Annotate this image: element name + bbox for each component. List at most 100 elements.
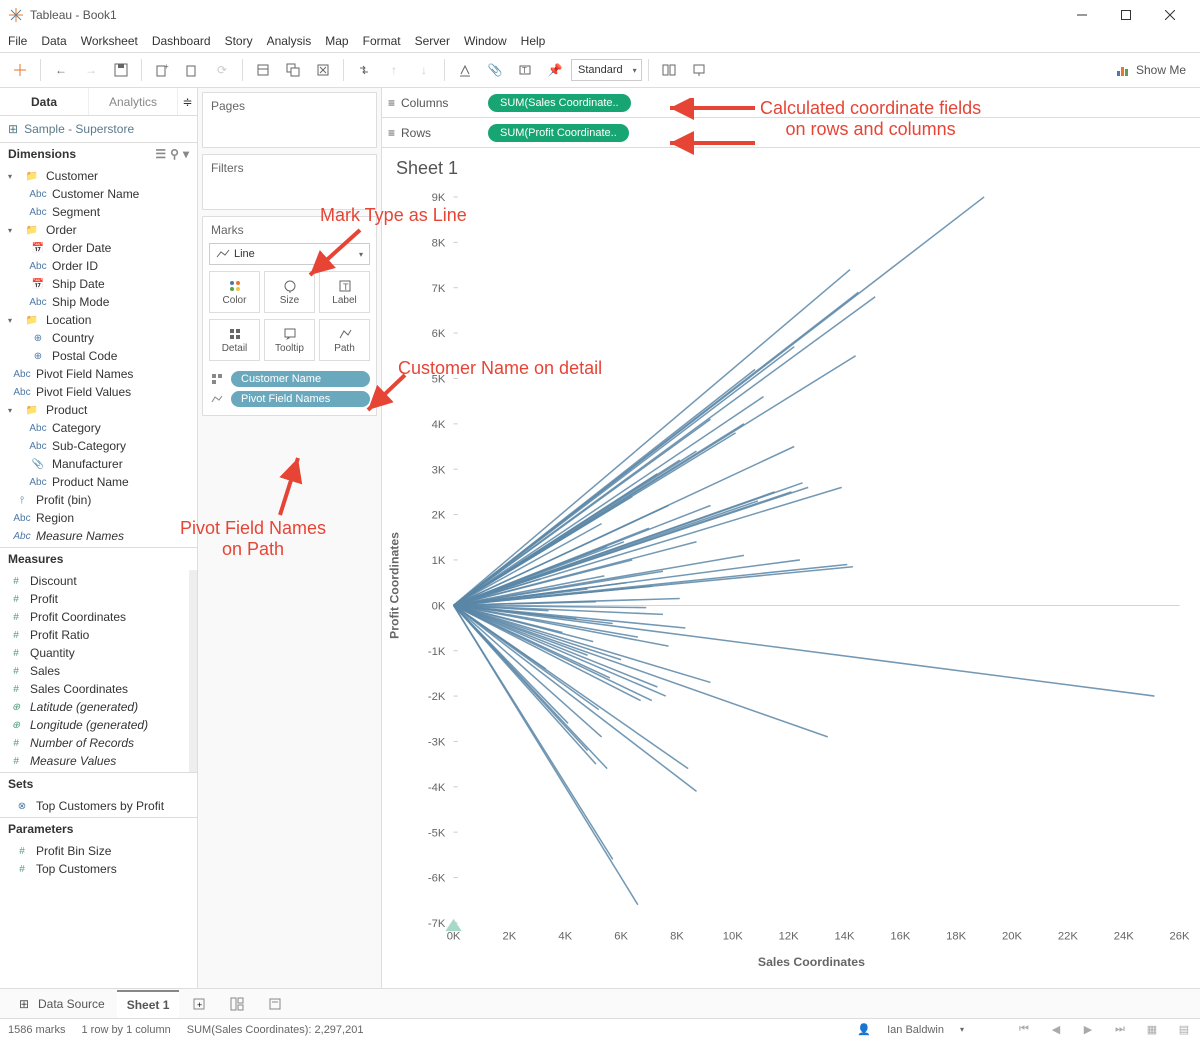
field-latitude-generated-[interactable]: ⊕Latitude (generated): [0, 698, 197, 716]
nav-next-icon[interactable]: ▶: [1080, 1022, 1096, 1038]
pause-updates-button[interactable]: [178, 56, 206, 84]
field-quantity[interactable]: #Quantity: [0, 644, 197, 662]
set-item[interactable]: ⊗Top Customers by Profit: [0, 797, 197, 815]
field-profit-ratio[interactable]: #Profit Ratio: [0, 626, 197, 644]
show-me-button[interactable]: Show Me: [1108, 56, 1194, 84]
menu-file[interactable]: File: [8, 34, 27, 48]
field-manufacturer[interactable]: 📎Manufacturer: [0, 455, 197, 473]
new-worksheet-button[interactable]: [249, 56, 277, 84]
pin-button[interactable]: 📌: [541, 56, 569, 84]
nav-last-icon[interactable]: ⏭: [1112, 1022, 1128, 1038]
menu-help[interactable]: Help: [521, 34, 546, 48]
view-list-icon[interactable]: ☰: [155, 147, 166, 161]
field-order-id[interactable]: AbcOrder ID: [0, 257, 197, 275]
field-order[interactable]: ▾📁Order: [0, 221, 197, 239]
mark-pill[interactable]: Customer Name: [209, 371, 370, 387]
field-pivot-field-values[interactable]: AbcPivot Field Values: [0, 383, 197, 401]
sheet-title[interactable]: Sheet 1: [382, 148, 1200, 183]
field-category[interactable]: AbcCategory: [0, 419, 197, 437]
mark-label-button[interactable]: TLabel: [319, 271, 370, 313]
field-profit-bin-[interactable]: ⫯Profit (bin): [0, 491, 197, 509]
field-profit[interactable]: #Profit: [0, 590, 197, 608]
rows-pill[interactable]: SUM(Profit Coordinate..: [488, 124, 629, 142]
field-pivot-field-names[interactable]: AbcPivot Field Names: [0, 365, 197, 383]
chart-canvas[interactable]: -7K-6K-5K-4K-3K-2K-1K0K1K2K3K4K5K6K7K8K9…: [382, 183, 1200, 988]
field-location[interactable]: ▾📁Location: [0, 311, 197, 329]
analytics-tab[interactable]: Analytics: [88, 88, 177, 115]
pages-card[interactable]: Pages: [202, 92, 377, 148]
nav-prev-icon[interactable]: ◀: [1048, 1022, 1064, 1038]
sort-desc-button[interactable]: ↓: [410, 56, 438, 84]
menu-caret-icon[interactable]: ▾: [183, 147, 189, 161]
duplicate-button[interactable]: [279, 56, 307, 84]
menu-server[interactable]: Server: [415, 34, 450, 48]
field-customer-name[interactable]: AbcCustomer Name: [0, 185, 197, 203]
columns-shelf[interactable]: ≡Columns SUM(Sales Coordinate..: [382, 88, 1200, 118]
mark-detail-button[interactable]: Detail: [209, 319, 260, 361]
param-item[interactable]: #Top Customers: [0, 860, 197, 878]
new-sheet-button[interactable]: +: [181, 990, 217, 1018]
maximize-button[interactable]: [1104, 0, 1148, 30]
field-ship-mode[interactable]: AbcShip Mode: [0, 293, 197, 311]
view-filmstrip-icon[interactable]: ▤: [1176, 1022, 1192, 1038]
nav-first-icon[interactable]: ⏮: [1016, 1022, 1032, 1038]
field-profit-coordinates[interactable]: #Profit Coordinates: [0, 608, 197, 626]
panel-menu-icon[interactable]: ≑: [177, 88, 197, 115]
field-ship-date[interactable]: 📅Ship Date: [0, 275, 197, 293]
field-segment[interactable]: AbcSegment: [0, 203, 197, 221]
present-button[interactable]: [685, 56, 713, 84]
menu-analysis[interactable]: Analysis: [267, 34, 312, 48]
field-product-name[interactable]: AbcProduct Name: [0, 473, 197, 491]
search-icon[interactable]: ⚲: [170, 147, 179, 161]
new-story-button[interactable]: [257, 990, 293, 1018]
sort-asc-button[interactable]: ↑: [380, 56, 408, 84]
field-sales-coordinates[interactable]: #Sales Coordinates: [0, 680, 197, 698]
refresh-button[interactable]: ⟳: [208, 56, 236, 84]
menu-story[interactable]: Story: [225, 34, 253, 48]
undo-button[interactable]: ←: [47, 56, 75, 84]
datasource-item[interactable]: ⊞ Sample - Superstore: [0, 116, 197, 142]
field-order-date[interactable]: 📅Order Date: [0, 239, 197, 257]
field-discount[interactable]: #Discount: [0, 572, 197, 590]
field-longitude-generated-[interactable]: ⊕Longitude (generated): [0, 716, 197, 734]
menu-format[interactable]: Format: [363, 34, 401, 48]
field-measure-values[interactable]: #Measure Values: [0, 752, 197, 770]
group-button[interactable]: 📎: [481, 56, 509, 84]
tableau-icon[interactable]: [6, 56, 34, 84]
mark-pill[interactable]: Pivot Field Names: [209, 391, 370, 407]
cards-button[interactable]: [655, 56, 683, 84]
field-sales[interactable]: #Sales: [0, 662, 197, 680]
highlight-button[interactable]: [451, 56, 479, 84]
filters-card[interactable]: Filters: [202, 154, 377, 210]
mark-type-select[interactable]: Line: [209, 243, 370, 265]
label-button[interactable]: T: [511, 56, 539, 84]
rows-shelf[interactable]: ≡Rows SUM(Profit Coordinate..: [382, 118, 1200, 148]
save-button[interactable]: [107, 56, 135, 84]
status-user[interactable]: Ian Baldwin: [887, 1024, 944, 1036]
field-country[interactable]: ⊕Country: [0, 329, 197, 347]
close-button[interactable]: [1148, 0, 1192, 30]
menu-window[interactable]: Window: [464, 34, 507, 48]
param-item[interactable]: #Profit Bin Size: [0, 842, 197, 860]
mark-size-button[interactable]: Size: [264, 271, 315, 313]
menu-map[interactable]: Map: [325, 34, 348, 48]
field-product[interactable]: ▾📁Product: [0, 401, 197, 419]
mark-path-button[interactable]: Path: [319, 319, 370, 361]
menu-dashboard[interactable]: Dashboard: [152, 34, 211, 48]
swap-button[interactable]: [350, 56, 378, 84]
menu-worksheet[interactable]: Worksheet: [81, 34, 138, 48]
view-tabs-icon[interactable]: ▦: [1144, 1022, 1160, 1038]
clear-button[interactable]: [309, 56, 337, 84]
sheet-1-tab[interactable]: Sheet 1: [117, 990, 180, 1018]
redo-button[interactable]: →: [77, 56, 105, 84]
minimize-button[interactable]: [1060, 0, 1104, 30]
field-sub-category[interactable]: AbcSub-Category: [0, 437, 197, 455]
field-number-of-records[interactable]: #Number of Records: [0, 734, 197, 752]
field-postal-code[interactable]: ⊕Postal Code: [0, 347, 197, 365]
field-customer[interactable]: ▾📁Customer: [0, 167, 197, 185]
data-tab[interactable]: Data: [0, 88, 88, 115]
field-region[interactable]: AbcRegion: [0, 509, 197, 527]
new-datasource-button[interactable]: +: [148, 56, 176, 84]
mark-tooltip-button[interactable]: Tooltip: [264, 319, 315, 361]
mark-color-button[interactable]: Color: [209, 271, 260, 313]
